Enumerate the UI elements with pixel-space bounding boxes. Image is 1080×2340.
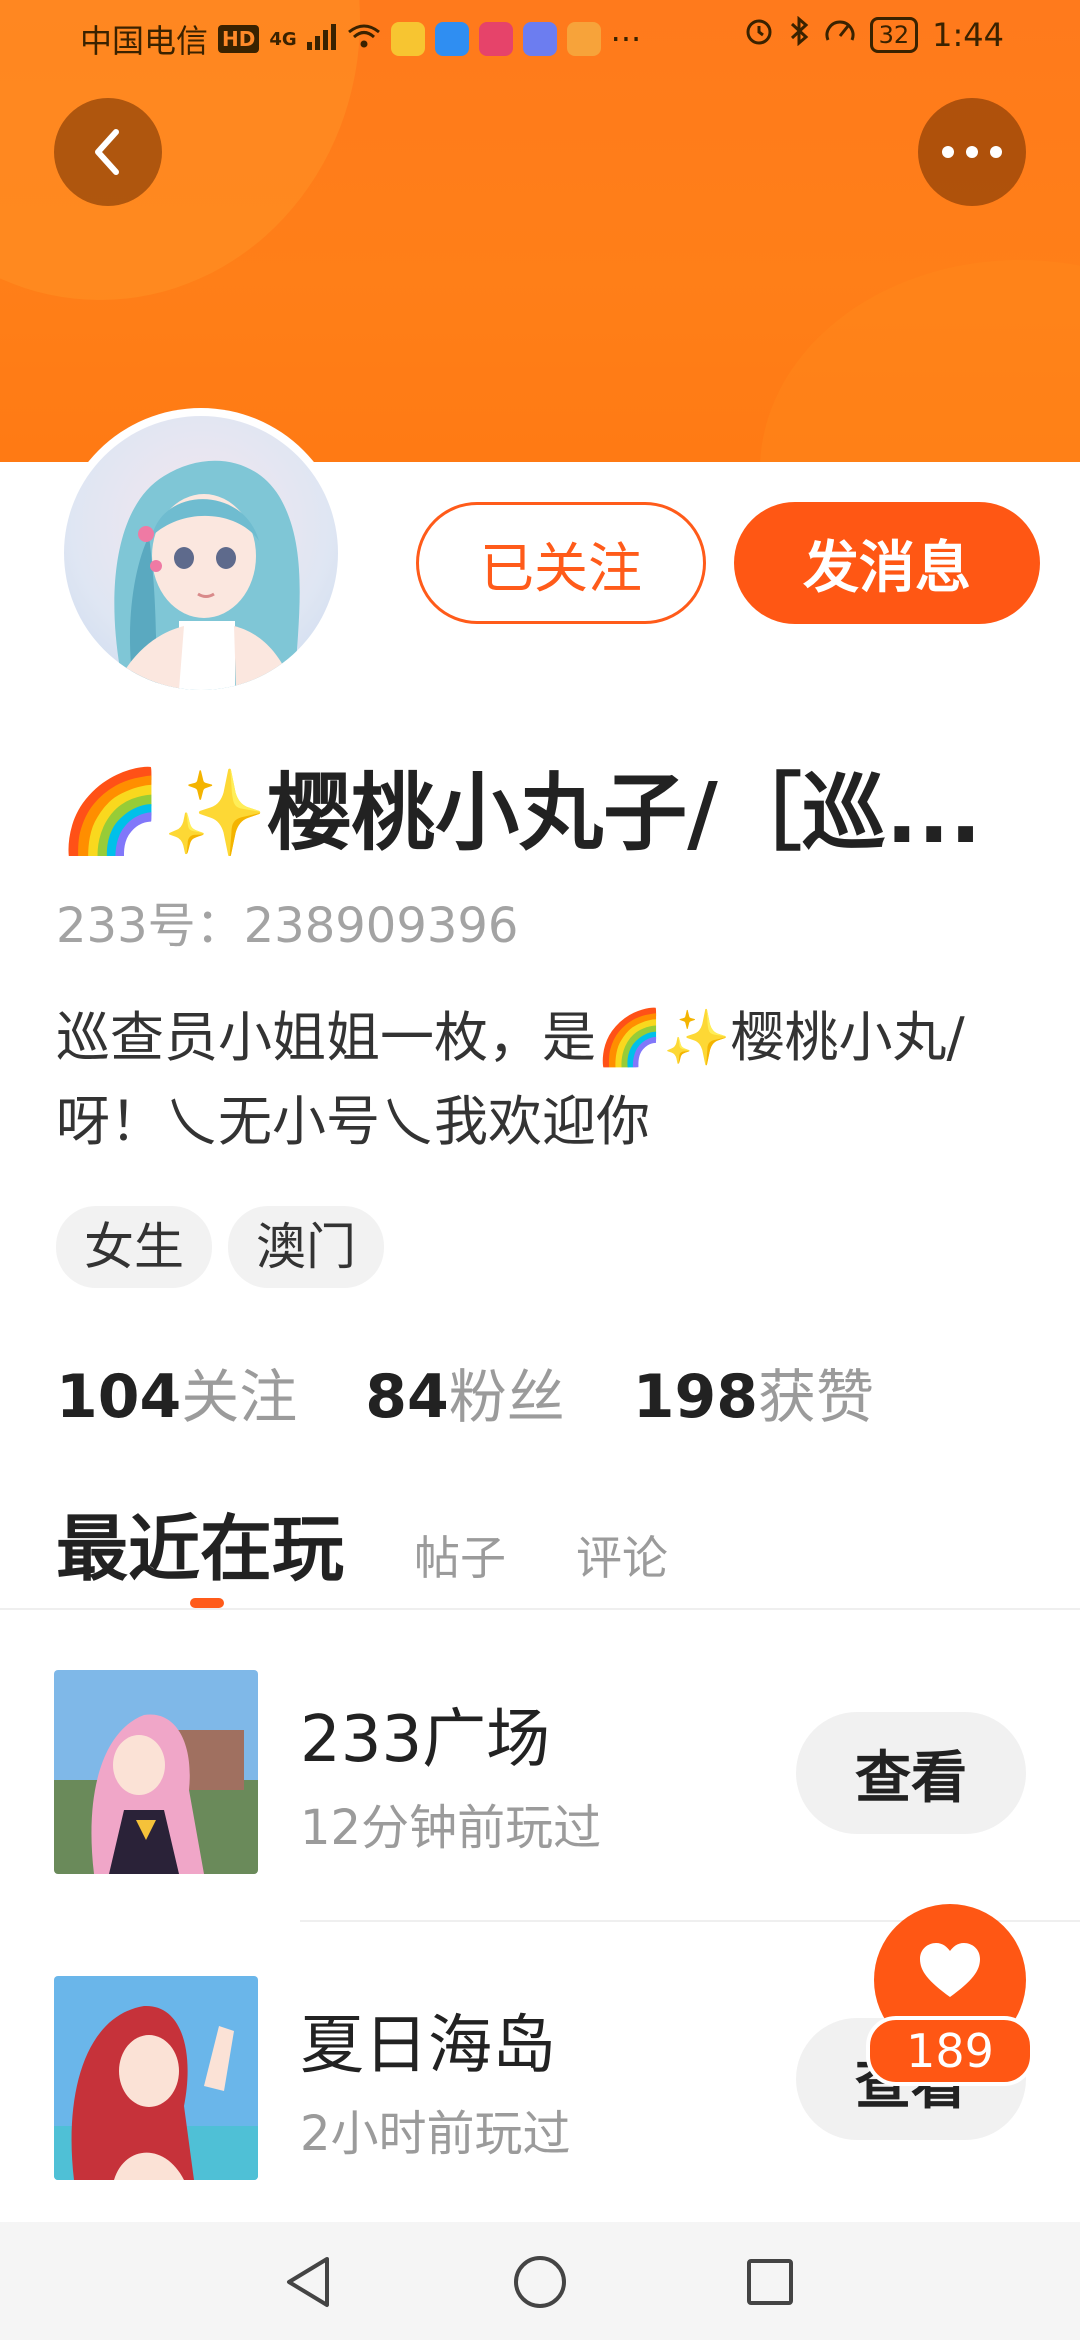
profile-name: 🌈✨樱桃小丸子/［巡... [58, 763, 982, 857]
wifi-icon [347, 20, 381, 58]
cloud-app-icon [434, 22, 469, 56]
back-arrow-icon [95, 129, 119, 175]
profile-tabs: 最近在玩 帖子 评论 [56, 1490, 738, 1608]
tab-comments[interactable]: 评论 [576, 1522, 668, 1588]
book-app-icon [478, 22, 513, 56]
game-last-played: 2小时前玩过 [300, 2106, 571, 2162]
tab-recently-played-label: 最近在玩 [56, 1507, 345, 1591]
bluetooth-icon [788, 15, 810, 54]
tag-location: 澳门 [228, 1206, 384, 1288]
game-thumbnail-233-plaza [54, 1670, 258, 1874]
carrier-label: 中国电信 [80, 22, 209, 60]
avatar-portrait-image [114, 460, 300, 690]
user-avatar[interactable] [56, 408, 346, 698]
speed-icon [824, 16, 856, 54]
stat-following-label: 关注 [181, 1363, 298, 1431]
profile-uid: 233号：238909396 [56, 898, 519, 954]
alarm-icon [744, 16, 774, 54]
tab-recently-played[interactable]: 最近在玩 [56, 1490, 345, 1608]
clock-time: 1:44 [932, 16, 1004, 54]
tag-gender: 女生 [56, 1206, 212, 1288]
game-last-played: 12分钟前玩过 [300, 1800, 602, 1856]
stat-likes[interactable]: 198 获赞 [633, 1350, 874, 1434]
profile-bio: 巡查员小姐姐一枚，是🌈✨樱桃小丸/呀！乀无小号乀我欢迎你 [56, 1006, 965, 1153]
stat-followers-label: 粉丝 [448, 1363, 565, 1431]
tab-posts[interactable]: 帖子 [414, 1522, 506, 1588]
stat-following[interactable]: 104 关注 [56, 1350, 297, 1434]
send-message-button[interactable]: 发消息 [734, 502, 1040, 624]
more-options-button[interactable] [918, 98, 1026, 206]
tabs-divider [0, 1608, 1080, 1610]
weibo-app-icon [390, 22, 425, 56]
game-name: 233广场 [300, 1703, 551, 1777]
nav-back-button[interactable] [278, 2252, 338, 2312]
hd-badge: HD [218, 25, 260, 53]
profile-tags: 女生 澳门 [56, 1206, 384, 1288]
heart-icon [920, 1943, 980, 1997]
nav-back-icon [287, 2257, 329, 2307]
followed-button[interactable]: 已关注 [416, 502, 706, 624]
nav-recents-button[interactable] [740, 2252, 800, 2312]
stat-followers-count: 84 [365, 1362, 449, 1432]
nav-home-icon [514, 2256, 566, 2308]
stat-followers[interactable]: 84 粉丝 [365, 1350, 565, 1434]
more-dots-icon [942, 146, 1002, 158]
tab-active-indicator [190, 1598, 224, 1608]
stat-likes-label: 获赞 [758, 1363, 875, 1431]
status-bar: 中国电信 HD 4G ··· 32 1:44 [0, 0, 1080, 72]
list-item[interactable]: 233广场 12分钟前玩过 查看 [0, 1670, 1080, 1880]
nav-recents-icon [747, 2259, 793, 2305]
network-label: 4G [269, 28, 297, 50]
signal-icon [306, 20, 337, 58]
system-navigation-bar [0, 2222, 1080, 2340]
view-game-button[interactable]: 查看 [796, 1712, 1026, 1834]
like-count-badge: 189 [866, 2016, 1034, 2086]
music-app-icon [522, 22, 557, 56]
nav-home-button[interactable] [510, 2252, 570, 2312]
video-app-icon [566, 22, 601, 56]
battery-indicator: 32 [869, 17, 919, 53]
stat-likes-count: 198 [632, 1362, 759, 1432]
profile-stats: 104 关注 84 粉丝 198 获赞 [56, 1350, 942, 1434]
back-button[interactable] [54, 98, 162, 206]
more-notifications-icon: ··· [610, 20, 642, 58]
game-thumbnail-summer-island [54, 1976, 258, 2180]
game-name: 夏日海岛 [300, 2009, 556, 2083]
stat-following-count: 104 [56, 1362, 182, 1432]
